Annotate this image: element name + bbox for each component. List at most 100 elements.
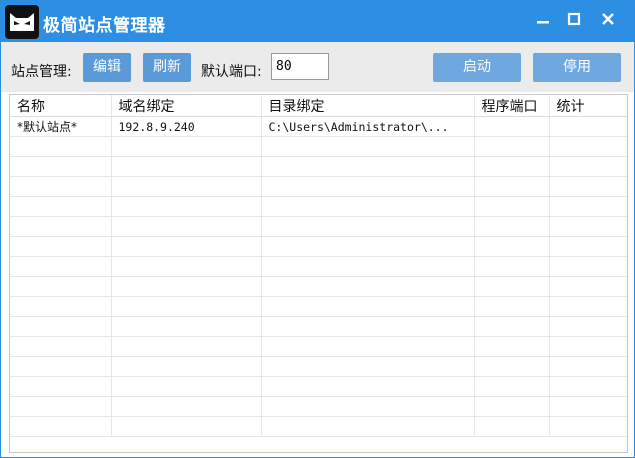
empty-cell <box>10 176 112 197</box>
empty-cell <box>111 136 262 157</box>
empty-cell <box>111 236 262 257</box>
app-window: 极简站点管理器 站点管理: 编辑 刷新 默认端口: 启动 停用 名称 域名绑定 … <box>0 0 635 458</box>
empty-cell <box>10 376 112 397</box>
cell-site-name: *默认站点* <box>10 116 112 137</box>
cat-logo-icon <box>5 5 39 39</box>
empty-cell <box>261 136 475 157</box>
empty-cell <box>474 376 550 397</box>
empty-cell <box>10 136 112 157</box>
empty-cell <box>549 376 627 397</box>
empty-cell <box>10 296 112 317</box>
edit-button[interactable]: 编辑 <box>83 53 131 82</box>
site-table[interactable]: 名称 域名绑定 目录绑定 程序端口 统计 *默认站点* 192.8.9.240 … <box>9 94 628 453</box>
stop-button[interactable]: 停用 <box>533 53 621 82</box>
default-port-label: 默认端口: <box>201 64 262 80</box>
column-header-directory[interactable]: 目录绑定 <box>261 95 475 117</box>
empty-cell <box>474 276 550 297</box>
empty-table-row <box>10 276 627 297</box>
empty-table-row <box>10 176 627 197</box>
empty-cell <box>474 316 550 337</box>
empty-cell <box>111 396 262 417</box>
empty-cell <box>111 376 262 397</box>
empty-cell <box>261 236 475 257</box>
empty-cell <box>10 216 112 237</box>
empty-cell <box>261 416 475 437</box>
refresh-button[interactable]: 刷新 <box>143 53 191 82</box>
empty-table-row <box>10 316 627 337</box>
empty-cell <box>549 316 627 337</box>
empty-cell <box>111 216 262 237</box>
empty-table-row <box>10 216 627 237</box>
empty-cell <box>10 356 112 377</box>
column-header-name[interactable]: 名称 <box>10 95 112 117</box>
empty-cell <box>261 296 475 317</box>
maximize-icon <box>567 12 581 26</box>
empty-cell <box>474 176 550 197</box>
empty-table-row <box>10 256 627 277</box>
cell-directory: C:\Users\Administrator\... <box>261 116 475 137</box>
empty-cell <box>549 236 627 257</box>
cell-port <box>474 116 550 137</box>
close-button[interactable] <box>594 9 622 33</box>
empty-cell <box>474 336 550 357</box>
empty-cell <box>474 196 550 217</box>
empty-cell <box>549 336 627 357</box>
empty-cell <box>474 156 550 177</box>
empty-table-row <box>10 136 627 157</box>
empty-cell <box>549 196 627 217</box>
empty-cell <box>549 396 627 417</box>
empty-cell <box>261 276 475 297</box>
empty-cell <box>261 336 475 357</box>
title-bar[interactable]: 极简站点管理器 <box>1 1 634 42</box>
close-icon <box>602 13 614 25</box>
empty-cell <box>261 156 475 177</box>
empty-cell <box>474 416 550 437</box>
empty-table-row <box>10 196 627 217</box>
site-manage-label: 站点管理: <box>11 64 72 80</box>
empty-cell <box>10 336 112 357</box>
empty-cell <box>10 316 112 337</box>
cell-stats <box>549 116 627 137</box>
empty-cell <box>111 196 262 217</box>
empty-table-row <box>10 156 627 177</box>
column-header-port[interactable]: 程序端口 <box>474 95 550 117</box>
empty-cell <box>10 256 112 277</box>
empty-cell <box>261 256 475 277</box>
empty-cell <box>111 256 262 277</box>
empty-cell <box>261 376 475 397</box>
default-port-input[interactable] <box>271 53 329 80</box>
minimize-icon <box>537 21 549 24</box>
empty-cell <box>549 296 627 317</box>
empty-cell <box>111 156 262 177</box>
column-header-stats[interactable]: 统计 <box>549 95 627 117</box>
empty-cell <box>261 216 475 237</box>
maximize-button[interactable] <box>560 9 588 33</box>
table-header-row: 名称 域名绑定 目录绑定 程序端口 统计 <box>10 95 627 117</box>
empty-cell <box>111 416 262 437</box>
empty-cell <box>549 356 627 377</box>
empty-cell <box>549 136 627 157</box>
empty-table-row <box>10 236 627 257</box>
empty-cell <box>111 276 262 297</box>
empty-cell <box>10 156 112 177</box>
table-row[interactable]: *默认站点* 192.8.9.240 C:\Users\Administrato… <box>10 116 627 137</box>
empty-cell <box>549 216 627 237</box>
empty-cell <box>111 176 262 197</box>
column-header-domain[interactable]: 域名绑定 <box>111 95 262 117</box>
cell-domain: 192.8.9.240 <box>111 116 262 137</box>
empty-cell <box>10 276 112 297</box>
minimize-button[interactable] <box>529 9 557 33</box>
empty-cell <box>474 356 550 377</box>
window-title: 极简站点管理器 <box>43 16 166 36</box>
empty-cell <box>10 416 112 437</box>
empty-cell <box>474 396 550 417</box>
empty-table-row <box>10 416 627 437</box>
empty-cell <box>111 296 262 317</box>
empty-cell <box>261 176 475 197</box>
start-button[interactable]: 启动 <box>433 53 521 82</box>
empty-cell <box>474 136 550 157</box>
empty-table-row <box>10 396 627 417</box>
empty-table-row <box>10 376 627 397</box>
empty-cell <box>549 416 627 437</box>
empty-cell <box>111 356 262 377</box>
